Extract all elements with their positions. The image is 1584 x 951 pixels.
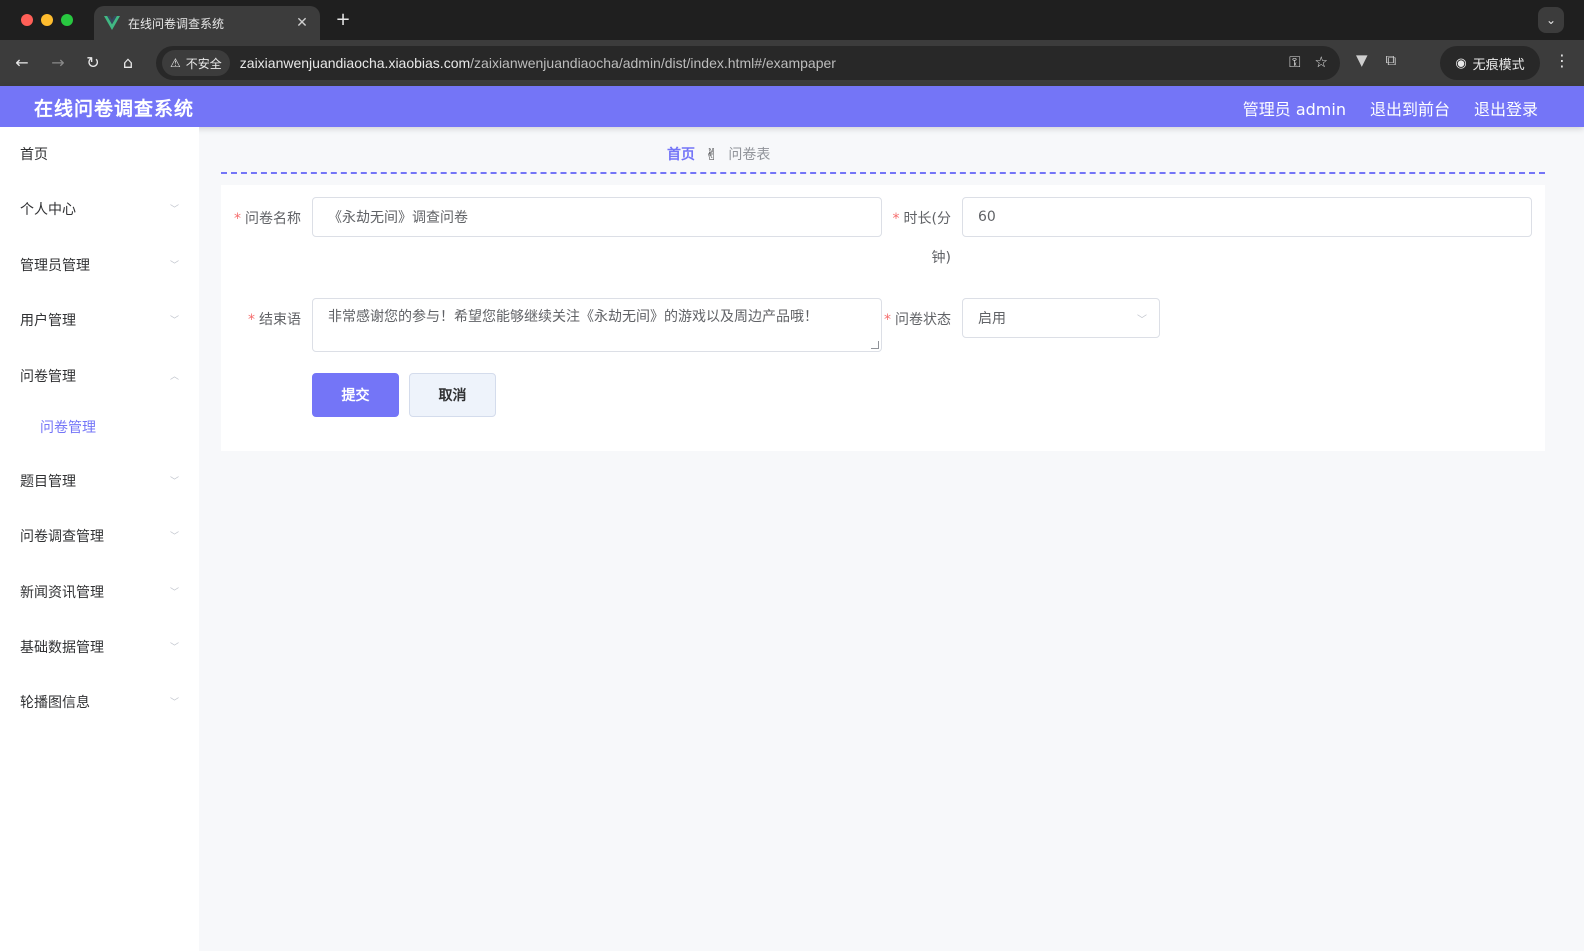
home-icon[interactable]: ⌂ xyxy=(116,51,140,75)
sidebar: 首页 个人中心 ﹀ 管理员管理 ﹀ 用户管理 ﹀ 问卷管理 ︿ 问卷管理 题目管… xyxy=(0,127,199,951)
exit-to-front-link[interactable]: 退出到前台 xyxy=(1370,96,1450,120)
sidebar-item-label: 用户管理 xyxy=(20,313,76,329)
tab-search-button[interactable]: ⌄ xyxy=(1538,7,1564,33)
sidebar-item-profile[interactable]: 个人中心 ﹀ xyxy=(0,189,199,229)
status-select[interactable]: 启用 ﹀ xyxy=(962,298,1160,338)
chevron-down-icon: ﹀ xyxy=(1137,315,1147,326)
sidebar-item-label: 基础数据管理 xyxy=(20,640,104,656)
sidebar-item-label: 管理员管理 xyxy=(20,258,90,274)
breadcrumb-current: 问卷表 xyxy=(728,147,771,163)
main-content: 首页 ✌ 问卷表 * 问卷名称 《永劫无间》调查问卷 * 时长(分 钟) 60 * 结… xyxy=(199,127,1584,951)
incognito-indicator[interactable]: ◉ 无痕模式 xyxy=(1440,46,1540,80)
duration-input[interactable]: 60 xyxy=(962,197,1532,237)
key-icon[interactable]: ⚿ xyxy=(1289,53,1300,71)
security-indicator[interactable]: ⚠ 不安全 xyxy=(162,50,230,76)
ending-label: * 结束语 xyxy=(248,312,301,328)
security-label: 不安全 xyxy=(185,56,222,71)
ending-value: 非常感谢您的参与！希望您能够继续关注《永劫无间》的游戏以及周边产品哦！ xyxy=(328,309,818,325)
sidebar-subitem-survey-manage[interactable]: 问卷管理 xyxy=(0,407,199,447)
survey-form: * 问卷名称 《永劫无间》调查问卷 * 时长(分 钟) 60 * 结束语 非常感谢您的… xyxy=(221,185,1545,451)
maximize-window-button[interactable] xyxy=(61,14,73,26)
sidebar-item-base-data[interactable]: 基础数据管理 ﹀ xyxy=(0,627,199,667)
sidebar-item-carousel[interactable]: 轮播图信息 ﹀ xyxy=(0,682,199,722)
chevron-down-icon: ﹀ xyxy=(169,205,179,215)
duration-label: * 时长(分 xyxy=(892,211,951,227)
sidebar-item-label: 个人中心 xyxy=(20,202,76,218)
chevron-down-icon: ﹀ xyxy=(169,643,179,653)
url-text[interactable]: zaixianwenjuandiaocha.xiaobias.com/zaixi… xyxy=(240,55,836,71)
sidebar-item-label: 问卷管理 xyxy=(20,369,76,385)
breadcrumb: 首页 ✌ 问卷表 xyxy=(667,144,770,164)
tab-title: 在线问卷调查系统 xyxy=(128,16,225,31)
url-host: zaixianwenjuandiaocha.xiaobias.com xyxy=(239,55,471,71)
current-user: 管理员 admin xyxy=(1242,100,1346,119)
back-arrow-icon[interactable]: ← xyxy=(10,51,34,75)
reload-icon[interactable]: ↻ xyxy=(81,51,105,75)
breadcrumb-home[interactable]: 首页 xyxy=(667,144,695,164)
address-bar[interactable]: ⚠ 不安全 zaixianwenjuandiaocha.xiaobias.com… xyxy=(156,46,1340,80)
app-root: 在线问卷调查系统 管理员 admin 退出到前台 退出登录 首页 个人中心 ﹀ … xyxy=(0,86,1584,951)
victory-hand-icon: ✌ xyxy=(705,144,719,164)
chevron-down-icon: ﹀ xyxy=(169,261,179,271)
sidebar-item-label: 首页 xyxy=(20,147,48,163)
survey-name-label: * 问卷名称 xyxy=(234,211,301,227)
cancel-button[interactable]: 取消 xyxy=(409,373,496,417)
warning-icon: ⚠ xyxy=(170,56,181,70)
chevron-up-icon: ︿ xyxy=(169,372,179,382)
sidebar-item-news[interactable]: 新闻资讯管理 ﹀ xyxy=(0,572,199,612)
sidebar-item-label: 轮播图信息 xyxy=(20,695,90,711)
extension-v-icon[interactable]: ▼ xyxy=(1356,51,1368,69)
chevron-down-icon: ﹀ xyxy=(169,532,179,542)
close-window-button[interactable] xyxy=(21,14,33,26)
tab-close-icon[interactable]: ✕ xyxy=(294,15,310,31)
required-mark: * xyxy=(234,211,241,227)
required-mark: * xyxy=(248,312,255,328)
new-tab-button[interactable]: + xyxy=(333,8,353,32)
sidebar-subitem-label: 问卷管理 xyxy=(40,420,96,436)
forward-arrow-icon[interactable]: → xyxy=(46,51,70,75)
submit-button[interactable]: 提交 xyxy=(312,373,399,417)
status-label: * 问卷状态 xyxy=(884,312,951,328)
chevron-down-icon: ﹀ xyxy=(169,316,179,326)
sidebar-item-users[interactable]: 用户管理 ﹀ xyxy=(0,300,199,340)
sidebar-item-label: 题目管理 xyxy=(20,474,76,490)
more-menu-icon[interactable]: ⋮ xyxy=(1554,51,1570,70)
chevron-down-icon: ﹀ xyxy=(169,477,179,487)
bookmark-star-icon[interactable]: ☆ xyxy=(1315,53,1328,71)
sidebar-item-surveys[interactable]: 问卷管理 ︿ xyxy=(0,356,199,396)
survey-name-input[interactable]: 《永劫无间》调查问卷 xyxy=(312,197,882,237)
app-title: 在线问卷调查系统 xyxy=(34,98,195,120)
app-header: 在线问卷调查系统 管理员 admin 退出到前台 退出登录 xyxy=(0,86,1584,127)
logout-link[interactable]: 退出登录 xyxy=(1474,96,1538,120)
chevron-down-icon: ﹀ xyxy=(169,588,179,598)
ending-textarea[interactable]: 非常感谢您的参与！希望您能够继续关注《永劫无间》的游戏以及周边产品哦！ xyxy=(312,298,882,352)
sidebar-item-label: 新闻资讯管理 xyxy=(20,585,104,601)
duration-label-wrap: 钟) xyxy=(931,250,951,266)
sidebar-item-admins[interactable]: 管理员管理 ﹀ xyxy=(0,245,199,285)
required-mark: * xyxy=(892,211,900,227)
extensions-puzzle-icon[interactable]: ⧉ xyxy=(1386,51,1397,69)
sidebar-item-home[interactable]: 首页 xyxy=(0,134,199,174)
incognito-icon: ◉ xyxy=(1455,55,1467,71)
chevron-down-icon: ﹀ xyxy=(169,698,179,708)
browser-tab[interactable]: 在线问卷调查系统 ✕ xyxy=(94,6,320,40)
url-path: /zaixianwenjuandiaocha/admin/dist/index.… xyxy=(470,55,836,71)
minimize-window-button[interactable] xyxy=(41,14,53,26)
required-mark: * xyxy=(884,312,891,328)
browser-tabbar: 在线问卷调查系统 ✕ + ⌄ xyxy=(0,0,1584,40)
sidebar-item-survey-responses[interactable]: 问卷调查管理 ﹀ xyxy=(0,516,199,556)
vue-logo-icon xyxy=(104,16,120,30)
duration-value: 60 xyxy=(978,209,996,225)
status-value: 启用 xyxy=(978,311,1006,327)
incognito-label: 无痕模式 xyxy=(1472,57,1525,73)
sidebar-item-label: 问卷调查管理 xyxy=(20,529,104,545)
sidebar-item-questions[interactable]: 题目管理 ﹀ xyxy=(0,461,199,501)
resize-handle-icon[interactable] xyxy=(871,341,879,349)
dashed-divider xyxy=(221,172,1545,174)
survey-name-value: 《永劫无间》调查问卷 xyxy=(328,210,468,226)
browser-toolbar: ← → ↻ ⌂ ⚠ 不安全 zaixianwenjuandiaocha.xiao… xyxy=(0,40,1584,86)
